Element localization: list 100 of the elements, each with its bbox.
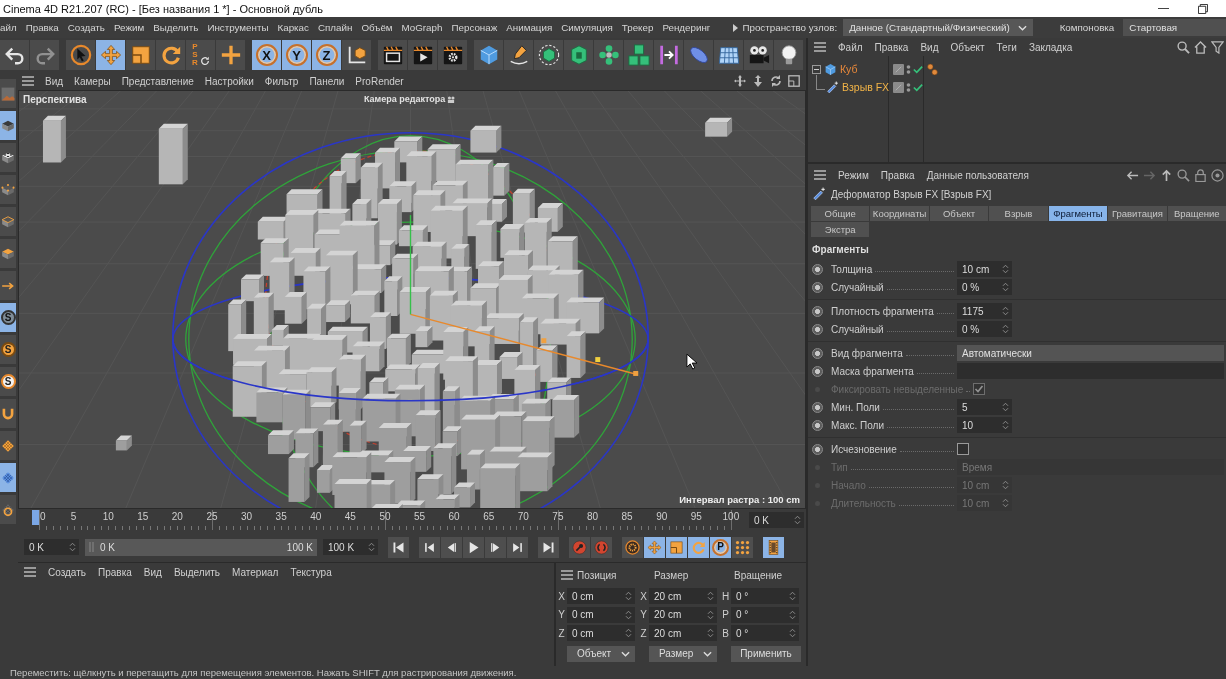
collapse-icon[interactable] <box>812 64 821 74</box>
number-field[interactable]: 0 ° <box>731 606 799 623</box>
timeline-button[interactable] <box>763 536 784 558</box>
snap-button[interactable]: S <box>0 335 16 364</box>
end-frame-field[interactable]: 100 K <box>323 539 378 555</box>
tab[interactable]: Экстра <box>811 222 870 237</box>
timeline-button[interactable] <box>463 536 484 558</box>
layout-dropdown[interactable]: Стартовая <box>1123 19 1226 36</box>
spheres-tag-icon[interactable] <box>926 62 939 76</box>
spinner-arrows-icon[interactable] <box>625 609 632 620</box>
menu-item[interactable]: Правка <box>98 566 132 578</box>
menu-item[interactable]: Панели <box>309 75 345 87</box>
mode-dropdown[interactable]: Размер <box>649 645 717 662</box>
menu-item[interactable]: Материал <box>232 566 279 578</box>
spinner-arrows-icon[interactable] <box>707 591 714 602</box>
menu-item[interactable]: Создать <box>48 566 86 578</box>
spinner-arrows-icon[interactable] <box>625 591 632 602</box>
menu-item[interactable]: Теги <box>996 41 1017 53</box>
spinner-arrows-icon[interactable] <box>707 628 714 639</box>
menu-item[interactable]: Фильтр <box>264 75 299 87</box>
triangle-right-icon[interactable] <box>733 23 739 32</box>
number-field[interactable]: 0 % <box>957 279 1012 295</box>
timeline-button[interactable] <box>688 536 709 558</box>
range-slider[interactable]: 0 K 100 K <box>85 538 317 556</box>
visibility-dots-icon[interactable] <box>906 63 911 75</box>
menu-item[interactable]: Трекер <box>621 22 654 33</box>
apply-button[interactable]: Применить <box>731 645 801 662</box>
spinner-arrows-icon[interactable] <box>1002 498 1009 508</box>
timeline-button[interactable] <box>441 536 462 558</box>
menu-item[interactable]: Правка <box>880 169 915 181</box>
keyframe-dot-icon[interactable] <box>812 323 823 335</box>
timeline-button[interactable] <box>485 536 506 558</box>
menu-item[interactable]: Камеры <box>74 75 111 87</box>
menu-item[interactable]: Представление <box>121 75 194 87</box>
menu-icon[interactable] <box>814 170 826 180</box>
restore-icon[interactable] <box>1198 3 1208 14</box>
number-field[interactable]: 0 cm <box>567 606 635 623</box>
tab[interactable]: Вращение <box>1167 206 1226 221</box>
up-down-arrow-icon[interactable] <box>752 75 764 87</box>
menu-item[interactable]: Выделить <box>173 566 221 578</box>
tab[interactable]: Координаты <box>870 206 929 221</box>
menu-item[interactable]: MoGraph <box>401 22 443 33</box>
menu-item[interactable]: Настройки <box>204 75 254 87</box>
tool-button[interactable] <box>438 40 467 70</box>
snap-button[interactable]: S <box>0 303 16 332</box>
menu-item[interactable]: Симуляция <box>561 22 613 33</box>
keyframe-dot-icon[interactable] <box>812 365 823 377</box>
tab[interactable]: Гравитация <box>1108 206 1167 221</box>
menu-icon[interactable] <box>22 76 34 86</box>
checkbox[interactable] <box>957 443 969 455</box>
checkmark-icon[interactable] <box>913 82 923 92</box>
menu-item[interactable]: Правка <box>874 41 909 53</box>
menu-item[interactable]: Сплайн <box>317 22 353 33</box>
spinner-arrows-icon[interactable] <box>707 609 714 620</box>
menu-item[interactable]: Персонаж <box>451 22 498 33</box>
grip-icon[interactable] <box>89 542 94 552</box>
menu-icon[interactable] <box>24 567 36 577</box>
number-field[interactable]: 20 cm <box>649 625 717 642</box>
keyframe-dot-icon[interactable] <box>812 443 823 455</box>
spinner-arrows-icon[interactable] <box>69 542 76 552</box>
menu-item[interactable]: Текстура <box>290 566 332 578</box>
node-space-dropdown[interactable]: Данное (Стандартный/Физический) <box>843 19 1033 36</box>
tab[interactable]: Общие <box>811 206 870 221</box>
menu-item[interactable]: Объект <box>950 41 985 53</box>
current-frame-field[interactable]: 0 K <box>749 512 804 528</box>
timeline-button[interactable] <box>644 536 665 558</box>
tab[interactable]: Фрагменты <box>1048 206 1108 221</box>
spinner-arrows-icon[interactable] <box>1002 306 1009 316</box>
search-icon[interactable] <box>1177 40 1190 54</box>
timeline-button[interactable] <box>538 536 559 558</box>
keyframe-dot-icon[interactable] <box>812 281 823 293</box>
axis-lock-button[interactable]: Y <box>282 40 311 70</box>
spinner-arrows-icon[interactable] <box>794 515 801 525</box>
menu-icon[interactable] <box>561 570 573 580</box>
tool-button[interactable] <box>408 40 437 70</box>
menu-item[interactable]: Выделить <box>153 22 199 33</box>
tool-button[interactable] <box>0 143 16 172</box>
menu-icon[interactable] <box>814 42 826 52</box>
spinner-arrows-icon[interactable] <box>789 609 796 620</box>
layer-box-icon[interactable] <box>893 63 904 75</box>
visibility-dots-icon[interactable] <box>906 81 911 93</box>
menu-item[interactable]: Данные пользователя <box>926 169 1029 181</box>
menu-item[interactable]: ProRender <box>355 75 404 87</box>
menu-item[interactable]: Объём <box>361 22 393 33</box>
spinner-arrows-icon[interactable] <box>1002 402 1009 412</box>
axis-lock-button[interactable]: Z <box>312 40 341 70</box>
menu-item[interactable]: Закладка <box>1028 41 1073 53</box>
number-field[interactable]: 0 cm <box>567 625 635 642</box>
start-frame-field[interactable]: 0 K <box>24 539 79 555</box>
tool-button[interactable] <box>342 40 371 70</box>
home-icon[interactable] <box>1194 40 1207 54</box>
keyframe-dot-icon[interactable] <box>812 263 823 275</box>
spinner-arrows-icon[interactable] <box>625 628 632 639</box>
timeline-button[interactable] <box>507 536 528 558</box>
timeline-button[interactable] <box>622 536 643 558</box>
axis-lock-button[interactable]: X <box>252 40 281 70</box>
menu-item[interactable]: Инструменты <box>207 22 269 33</box>
keyframe-dot-icon[interactable] <box>812 305 823 317</box>
number-field[interactable]: 20 cm <box>649 588 717 605</box>
timeline-button[interactable] <box>419 536 440 558</box>
